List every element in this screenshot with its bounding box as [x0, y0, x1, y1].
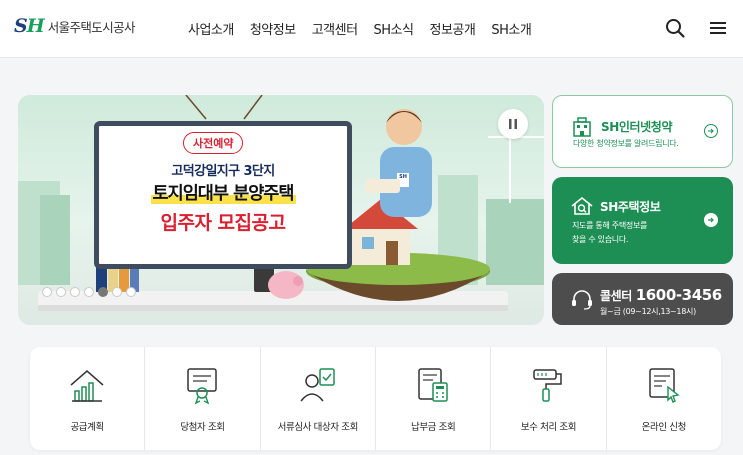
call-center-phone: 1600-3456	[635, 286, 723, 304]
nav-item-business[interactable]: 사업소개	[188, 19, 234, 38]
main-banner[interactable]: 사전예약 고덕강일지구 3단지 토지임대부 분양주택 입주자 모집공고 SH	[18, 95, 544, 325]
slide-dot-1[interactable]	[42, 287, 52, 297]
housing-info-card[interactable]: SH주택정보 지도를 통해 주택정보를 찾을 수 있습니다.	[552, 177, 733, 264]
chart-house-icon	[70, 370, 104, 402]
card-title: SH주택정보	[600, 200, 661, 214]
nav-item-customer-center[interactable]: 고객센터	[312, 19, 358, 38]
building-icon	[573, 117, 591, 137]
quick-menu: 공급계획 당첨자 조회 서류심사 대상자 조회 납부금 조회 보수 처리 조회 …	[30, 347, 721, 450]
quick-label: 보수 처리 조회	[520, 422, 577, 433]
slide-dot-3[interactable]	[70, 287, 80, 297]
quick-winner-lookup[interactable]: 당첨자 조회	[145, 347, 261, 450]
banner-line1: 고덕강일지구 3단지	[171, 164, 275, 179]
quick-label: 납부금 조회	[410, 422, 456, 433]
card-title: SH인터넷청약	[601, 120, 673, 134]
slide-dot-4[interactable]	[84, 287, 94, 297]
pre-reservation-tag: 사전예약	[183, 132, 244, 154]
quick-label: 당첨자 조회	[180, 422, 225, 433]
sh-logo[interactable]: SH 서울주택도시공사	[14, 15, 135, 37]
quick-payment-lookup[interactable]: 납부금 조회	[376, 347, 492, 450]
banner-line3: 입주자 모집공고	[160, 212, 286, 234]
pause-icon	[509, 119, 517, 129]
quick-document-review[interactable]: 서류심사 대상자 조회	[261, 347, 376, 450]
search-icon[interactable]	[664, 17, 686, 39]
quick-label: 온라인 신청	[641, 422, 687, 433]
arrow-right-icon	[704, 124, 718, 138]
call-center-hours: 월~금 (09~12시,13~18시)	[600, 307, 696, 316]
paint-roller-icon	[533, 369, 563, 402]
site-header: SH 서울주택도시공사 사업소개 청약정보 고객센터 SH소식 정보공개 SH소…	[0, 0, 743, 58]
notice-board: 사전예약 고덕강일지구 3단지 토지임대부 분양주택 입주자 모집공고	[94, 121, 352, 269]
id-badge: SH	[399, 174, 407, 180]
quick-repair-lookup[interactable]: 보수 처리 조회	[491, 347, 607, 450]
certificate-icon	[187, 368, 218, 405]
user-document-icon	[300, 368, 335, 402]
house-search-icon	[571, 196, 593, 215]
slide-dot-7[interactable]	[126, 287, 136, 297]
logo-mark: SH	[14, 15, 45, 37]
hamburger-menu-icon[interactable]	[707, 17, 729, 39]
call-center-card[interactable]: 콜센터 1600-3456 월~금 (09~12시,13~18시)	[552, 273, 733, 325]
online-apply-icon	[649, 368, 680, 403]
slide-dot-6[interactable]	[112, 287, 122, 297]
nav-item-subscription[interactable]: 청약정보	[250, 19, 296, 38]
pause-button[interactable]	[498, 109, 528, 139]
banner-line2: 토지임대부 분양주택	[150, 184, 296, 204]
quick-label: 서류심사 대상자 조회	[277, 422, 359, 433]
slide-dot-2[interactable]	[56, 287, 66, 297]
call-center-label: 콜센터 1600-3456	[600, 286, 722, 304]
nav-item-news[interactable]: SH소식	[374, 19, 414, 38]
card-desc: 다양한 청약정보를 알려드립니다.	[573, 139, 679, 148]
main-nav: 사업소개 청약정보 고객센터 SH소식 정보공개 SH소개	[188, 19, 532, 38]
calculator-document-icon	[418, 368, 448, 402]
nav-item-disclosure[interactable]: 정보공개	[429, 19, 475, 38]
quick-supply-plan[interactable]: 공급계획	[30, 347, 146, 450]
card-desc-line2: 찾을 수 있습니다.	[572, 235, 629, 244]
logo-text: 서울주택도시공사	[47, 19, 136, 35]
headset-icon	[572, 290, 592, 310]
arrow-right-icon	[704, 213, 718, 227]
nav-item-about[interactable]: SH소개	[491, 19, 531, 38]
quick-label: 공급계획	[70, 422, 104, 433]
slide-indicators	[42, 287, 136, 297]
internet-subscription-card[interactable]: SH인터넷청약 다양한 청약정보를 알려드립니다.	[552, 95, 733, 168]
slide-dot-5[interactable]	[98, 287, 108, 297]
quick-online-apply[interactable]: 온라인 신청	[607, 347, 721, 450]
card-desc-line1: 지도를 통해 주택정보를	[572, 221, 648, 230]
